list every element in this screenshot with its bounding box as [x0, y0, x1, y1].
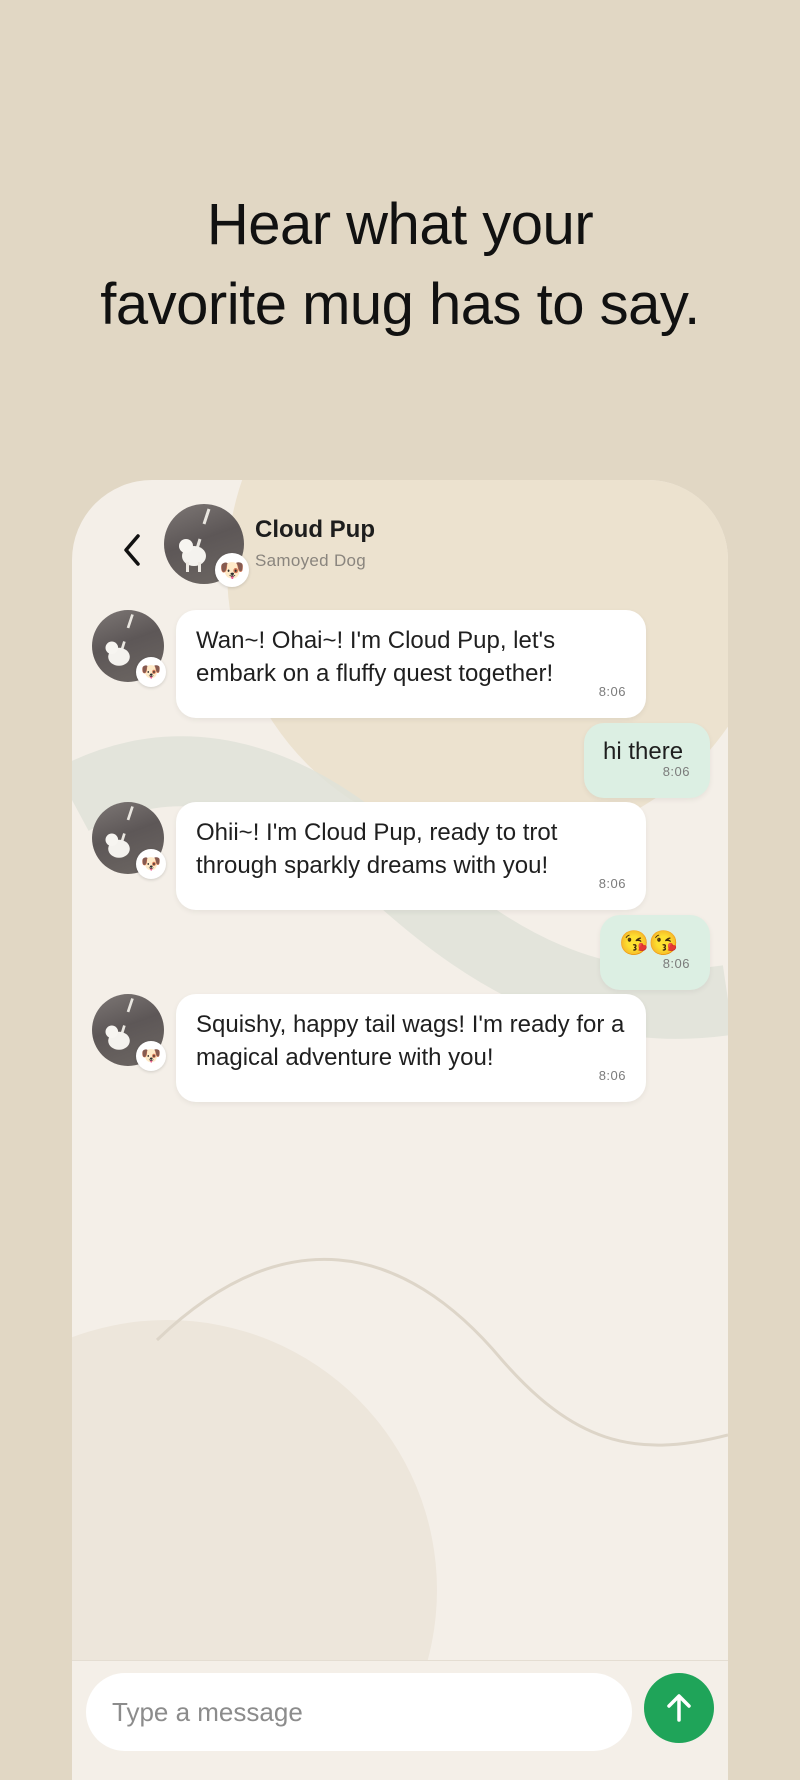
message-time: 8:06	[598, 876, 626, 891]
message-input[interactable]	[86, 1673, 632, 1751]
chat-header: 🐶 Cloud Pup Samoyed Dog	[72, 480, 728, 600]
message-text: Wan~! Ohai~! I'm Cloud Pup, let's embark…	[196, 627, 556, 687]
message-time: 8:06	[598, 684, 626, 699]
message-text: Ohii~! I'm Cloud Pup, ready to trot thro…	[196, 819, 558, 879]
dog-face-icon: 🐶	[136, 849, 166, 879]
message-bubble: hi there 8:06	[584, 723, 710, 798]
message-bubble: 😘😘 8:06	[600, 915, 710, 990]
message-bubble: Wan~! Ohai~! I'm Cloud Pup, let's embark…	[176, 610, 646, 718]
back-button[interactable]	[112, 520, 152, 580]
contact-subtitle: Samoyed Dog	[255, 551, 367, 570]
arrow-up-icon	[667, 1694, 691, 1722]
chevron-left-icon	[124, 534, 140, 566]
headline-line-2: favorite mug has to say.	[100, 272, 700, 337]
chat-screen: 🐶 Cloud Pup Samoyed Dog 🐶 Wan~! Ohai~! I…	[72, 480, 728, 1780]
contact-name: Cloud Pup	[255, 516, 375, 543]
message-bubble: Ohii~! I'm Cloud Pup, ready to trot thro…	[176, 802, 646, 910]
headline-line-1: Hear what your	[206, 192, 594, 257]
dog-face-icon: 🐶	[136, 1041, 166, 1071]
dog-face-icon: 🐶	[215, 553, 249, 587]
message-time: 8:06	[662, 956, 690, 971]
message-composer	[72, 1660, 728, 1780]
message-bubble: Squishy, happy tail wags! I'm ready for …	[176, 994, 646, 1102]
message-time: 8:06	[662, 764, 690, 779]
headline: Hear what your favorite mug has to say.	[0, 185, 800, 345]
dog-face-icon: 🐶	[136, 657, 166, 687]
message-time: 8:06	[598, 1068, 626, 1083]
send-button[interactable]	[644, 1673, 714, 1743]
message-text: Squishy, happy tail wags! I'm ready for …	[196, 1011, 625, 1071]
